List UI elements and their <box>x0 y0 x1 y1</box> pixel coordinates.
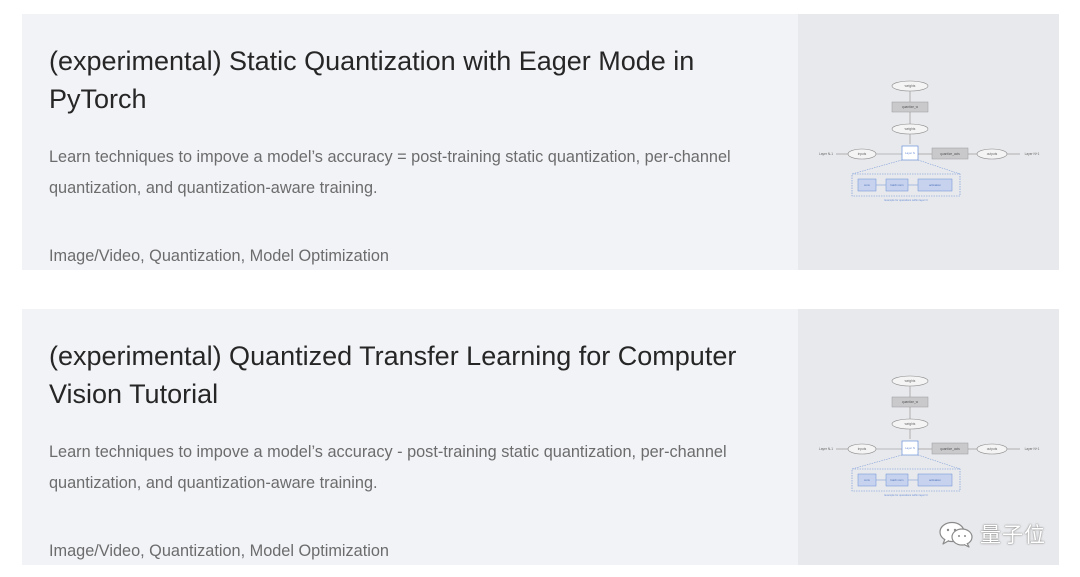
diagram-weights-label: weights <box>905 84 916 88</box>
diagram-caption: Example for operations within layer N <box>885 493 928 497</box>
diagram-weights-label: weights <box>905 379 916 383</box>
card-summary: Learn techniques to impove a model’s acc… <box>49 443 727 492</box>
tutorial-list: (experimental) Static Quantization with … <box>0 0 1080 577</box>
watermark: 量子位 <box>938 519 1046 549</box>
diagram-conv-label: conv <box>864 478 871 482</box>
card-summary: Learn techniques to impove a model’s acc… <box>49 148 731 197</box>
diagram-weights-q-label: weights <box>905 127 916 131</box>
diagram-quantize-w-label: quantize_w <box>902 105 919 109</box>
card-tags: Image/Video, Quantization, Model Optimiz… <box>49 542 389 560</box>
diagram-inputs-label: inputs <box>858 152 867 156</box>
diagram-conv-label: conv <box>864 183 871 187</box>
card-text: (experimental) Static Quantization with … <box>22 14 798 270</box>
diagram-layer-label: Layer N <box>905 151 915 155</box>
watermark-text: 量子位 <box>980 523 1046 547</box>
diagram-outputs-label: outputs <box>987 447 998 451</box>
diagram-layer-next-label: Layer N+1 <box>1025 152 1040 156</box>
diagram-outputs-label: outputs <box>987 152 998 156</box>
diagram-quantize-acts-label: quantize_acts <box>940 447 960 451</box>
tutorial-card[interactable]: (experimental) Quantized Transfer Learni… <box>22 309 1059 565</box>
card-text: (experimental) Quantized Transfer Learni… <box>22 309 798 565</box>
diagram-caption: Example for operations within layer N <box>885 198 928 202</box>
diagram-inputs-label: inputs <box>858 447 867 451</box>
card-tags: Image/Video, Quantization, Model Optimiz… <box>49 247 389 265</box>
diagram-quantize-w-label: quantize_w <box>902 400 919 404</box>
card-title[interactable]: (experimental) Static Quantization with … <box>49 42 769 118</box>
diagram-quantize-acts-label: quantize_acts <box>940 152 960 156</box>
diagram-weights-q-label: weights <box>905 422 916 426</box>
tutorial-card[interactable]: (experimental) Static Quantization with … <box>22 14 1059 270</box>
card-title[interactable]: (experimental) Quantized Transfer Learni… <box>49 337 769 413</box>
diagram-batchnorm-label: batch norm <box>891 478 904 482</box>
diagram-activation-label: activation <box>929 183 941 187</box>
diagram-batchnorm-label: batch norm <box>891 183 904 187</box>
diagram-layer-label: Layer N <box>905 446 915 450</box>
wechat-icon <box>939 521 973 548</box>
diagram-layer-prev-label: Layer N-1 <box>819 152 833 156</box>
diagram-activation-label: activation <box>929 478 941 482</box>
quantization-diagram: weights quantize_w weights Layer N-1 inp… <box>819 80 1040 202</box>
quantization-diagram: weights quantize_w weights Layer N-1 inp… <box>819 375 1040 497</box>
diagram-layer-prev-label: Layer N-1 <box>819 447 833 451</box>
diagram-layer-next-label: Layer N+1 <box>1025 447 1040 451</box>
card-thumbnail[interactable]: weights quantize_w weights Layer N-1 inp… <box>798 14 1059 270</box>
